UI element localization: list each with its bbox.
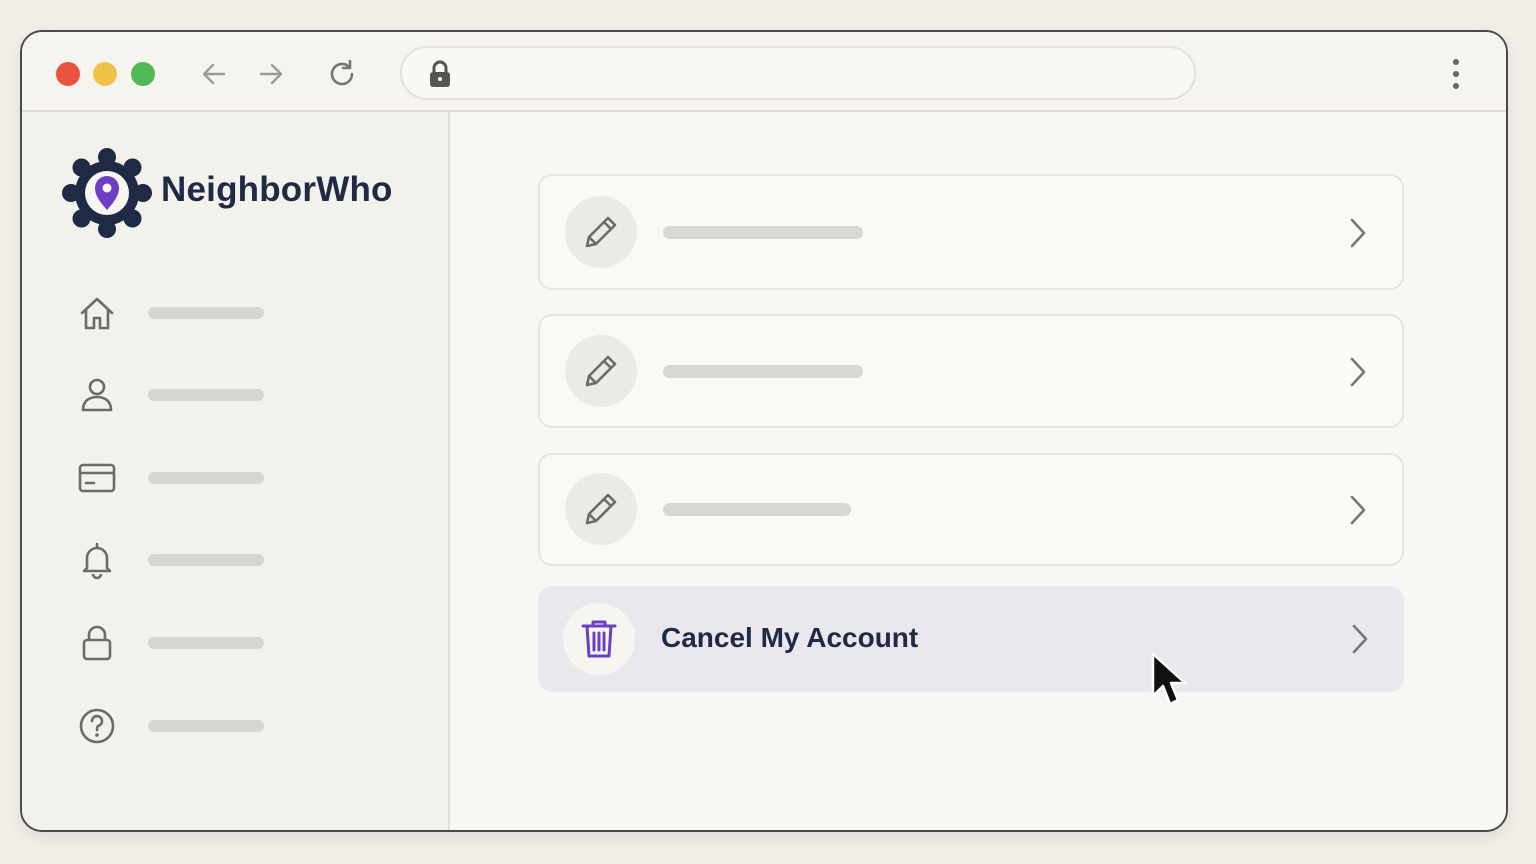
kebab-menu-icon	[1453, 59, 1459, 89]
pencil-icon	[565, 196, 637, 268]
row-label-placeholder	[663, 365, 863, 378]
sidebar-item-notifications[interactable]	[76, 535, 286, 585]
sidebar-item-label-placeholder	[148, 389, 264, 401]
forward-arrow-icon	[259, 63, 283, 85]
address-bar[interactable]	[400, 46, 1196, 100]
row-label-placeholder	[663, 226, 863, 239]
sidebar-item-label-placeholder	[148, 637, 264, 649]
minimize-window-button[interactable]	[93, 62, 117, 86]
browser-menu-button[interactable]	[1446, 56, 1466, 92]
bell-icon	[76, 539, 118, 581]
chevron-right-icon	[1344, 490, 1372, 530]
trash-icon	[563, 603, 635, 675]
help-icon	[76, 705, 118, 747]
cancel-account-button[interactable]: Cancel My Account	[538, 586, 1404, 692]
chevron-right-icon	[1344, 213, 1372, 253]
sidebar-item-label-placeholder	[148, 554, 264, 566]
sidebar-item-label-placeholder	[148, 720, 264, 732]
mouse-pointer-icon	[1150, 652, 1190, 708]
settings-row-1[interactable]	[538, 174, 1404, 290]
maximize-window-button[interactable]	[131, 62, 155, 86]
close-window-button[interactable]	[56, 62, 80, 86]
credit-card-icon	[76, 457, 118, 499]
main-content: Cancel My Account	[452, 112, 1506, 830]
sidebar-item-security[interactable]	[76, 618, 286, 668]
settings-row-2[interactable]	[538, 314, 1404, 428]
reload-icon	[330, 59, 354, 86]
user-icon	[76, 374, 118, 416]
sidebar-item-profile[interactable]	[76, 370, 286, 420]
lock-icon	[426, 60, 454, 88]
chevron-right-icon	[1346, 619, 1374, 659]
settings-row-3[interactable]	[538, 453, 1404, 566]
forward-button[interactable]	[251, 54, 291, 94]
back-arrow-icon	[202, 63, 226, 85]
pencil-icon	[565, 335, 637, 407]
sidebar-item-home[interactable]	[76, 288, 286, 338]
lock-icon	[76, 622, 118, 664]
row-label-placeholder	[663, 503, 851, 516]
browser-window: NeighborWho Cancel My Account	[20, 30, 1508, 832]
cancel-account-label: Cancel My Account	[661, 622, 919, 653]
browser-toolbar	[22, 32, 1506, 112]
brand-logo-icon	[62, 148, 152, 238]
sidebar-item-label-placeholder	[148, 307, 264, 319]
sidebar-item-help[interactable]	[76, 701, 286, 751]
home-icon	[76, 292, 118, 334]
back-button[interactable]	[194, 54, 234, 94]
pencil-icon	[565, 473, 637, 545]
reload-button[interactable]	[322, 54, 362, 94]
sidebar-item-label-placeholder	[148, 472, 264, 484]
brand-name: NeighborWho	[161, 170, 393, 209]
chevron-right-icon	[1344, 352, 1372, 392]
sidebar: NeighborWho	[22, 112, 450, 830]
sidebar-item-billing[interactable]	[76, 453, 286, 503]
